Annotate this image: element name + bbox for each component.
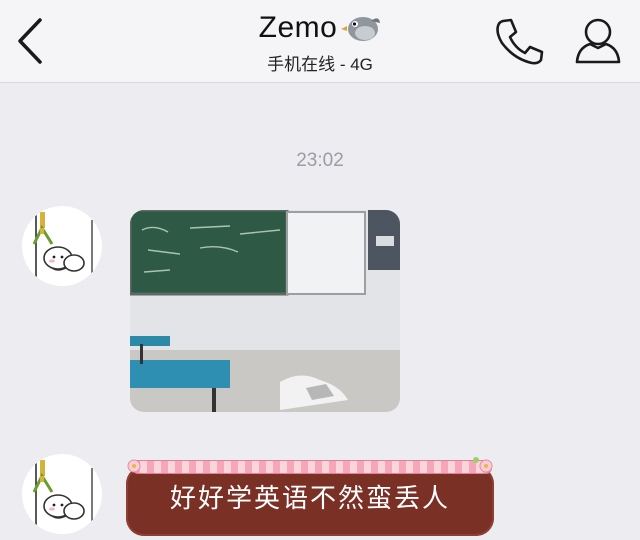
contact-name-row: Zemo [259,8,382,48]
cartoon-avatar-icon [32,460,93,528]
avatar[interactable] [22,454,102,534]
contact-name: Zemo [258,11,338,44]
phone-icon [496,18,544,65]
bird-icon [341,17,381,41]
cartoon-avatar-icon [32,212,93,280]
message-text: 好好学英语不然蛮丢人 [169,484,450,514]
person-icon [575,18,621,64]
chat-header: Zemo 手机在线 - 4G [0,0,640,83]
classroom-photo-thumbnail [130,210,400,412]
text-message[interactable]: 好好学英语不然蛮丢人 [126,456,494,538]
call-button[interactable] [492,16,546,66]
image-message[interactable] [130,210,400,412]
message-timestamp: 23:02 [296,150,344,171]
avatar[interactable] [22,206,102,286]
flower-decoration-icon [127,457,493,473]
profile-button[interactable] [572,14,624,68]
